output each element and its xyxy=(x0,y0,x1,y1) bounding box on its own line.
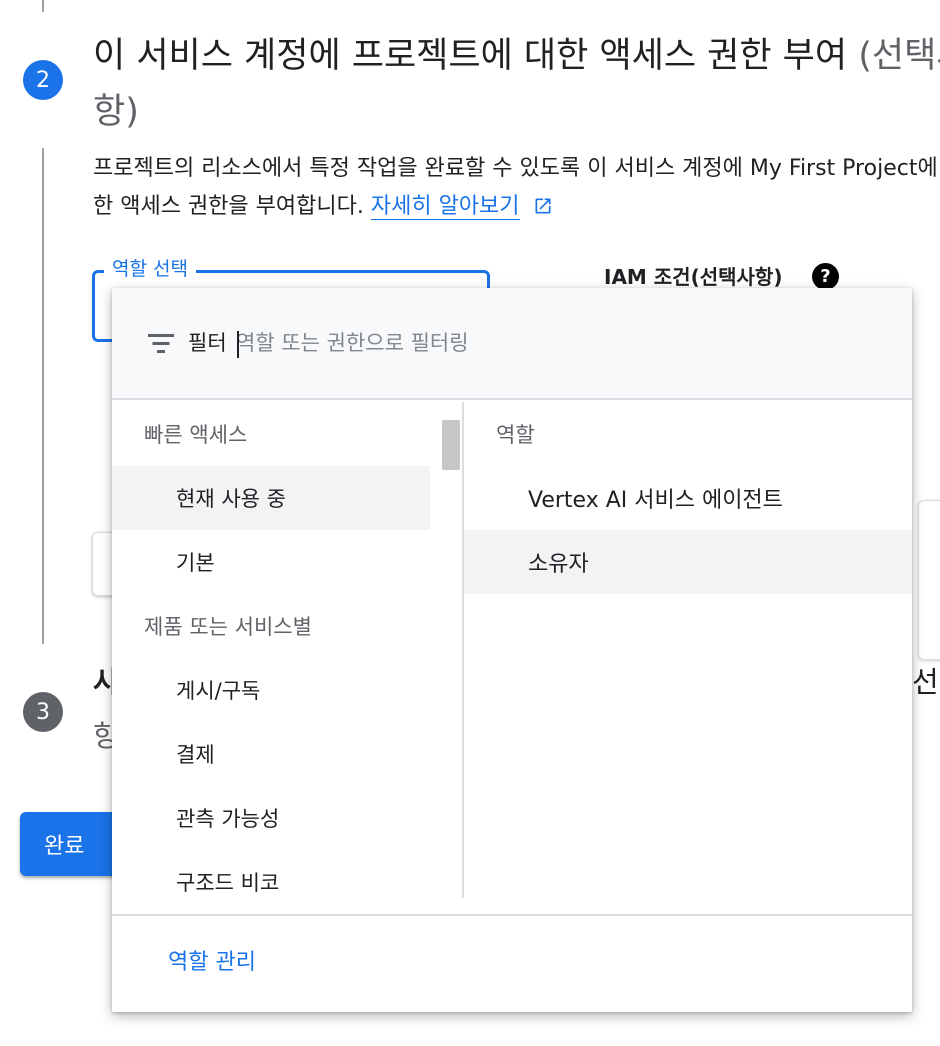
text-cursor xyxy=(237,331,239,358)
role-dropdown-panel: 필터 빠른 액세스 현재 사용 중 기본 제품 또는 서비스별 게시/구독 결제… xyxy=(112,288,912,1012)
step-2-title-text: 이 서비스 계정에 프로젝트에 대한 액세스 권한 부여 xyxy=(93,36,848,76)
filter-bar: 필터 xyxy=(112,288,912,400)
category-item-basic[interactable]: 기본 xyxy=(112,530,430,594)
filter-input[interactable] xyxy=(236,324,856,362)
learn-more-link[interactable]: 자세히 알아보기 xyxy=(370,194,520,220)
stepper-line-top xyxy=(42,0,44,12)
category-item-partial[interactable]: 구조드 비코 xyxy=(112,850,430,898)
step-2-description: 프로젝트의 리소스에서 특정 작업을 완료할 수 있도록 이 서비스 계정에 M… xyxy=(93,150,940,226)
help-icon[interactable]: ? xyxy=(812,263,839,290)
step-3-title-end: 선 xyxy=(912,665,939,699)
category-item-pubsub[interactable]: 게시/구독 xyxy=(112,658,430,722)
category-list: 빠른 액세스 현재 사용 중 기본 제품 또는 서비스별 게시/구독 결제 관측… xyxy=(112,402,430,898)
manage-roles-link[interactable]: 역할 관리 xyxy=(168,948,256,978)
filter-icon xyxy=(148,332,174,354)
category-item-currently-used[interactable]: 현재 사용 중 xyxy=(112,466,430,530)
role-select-label: 역할 선택 xyxy=(104,256,196,282)
category-item-billing[interactable]: 결제 xyxy=(112,722,430,786)
stepper-line xyxy=(42,148,44,644)
step-2-number: 2 xyxy=(23,60,63,100)
role-list: 역할 Vertex AI 서비스 에이전트 소유자 xyxy=(464,402,912,898)
role-item-vertex-ai-service-agent[interactable]: Vertex AI 서비스 에이전트 xyxy=(464,466,912,530)
quick-access-header: 빠른 액세스 xyxy=(144,423,248,447)
role-item-owner[interactable]: 소유자 xyxy=(464,530,912,594)
step-3-number: 3 xyxy=(23,692,63,732)
roles-header: 역할 xyxy=(496,423,535,447)
by-product-header: 제품 또는 서비스별 xyxy=(144,615,312,639)
category-scrollbar[interactable] xyxy=(442,420,460,470)
category-item-observability[interactable]: 관측 가능성 xyxy=(112,786,430,850)
dropdown-footer: 역할 관리 xyxy=(112,914,912,1012)
step-2-title: 이 서비스 계정에 프로젝트에 대한 액세스 권한 부여 (선택사항) xyxy=(93,28,940,140)
background-card-right xyxy=(918,500,940,660)
filter-label: 필터 xyxy=(188,331,227,355)
open-in-new-icon[interactable] xyxy=(533,196,553,216)
